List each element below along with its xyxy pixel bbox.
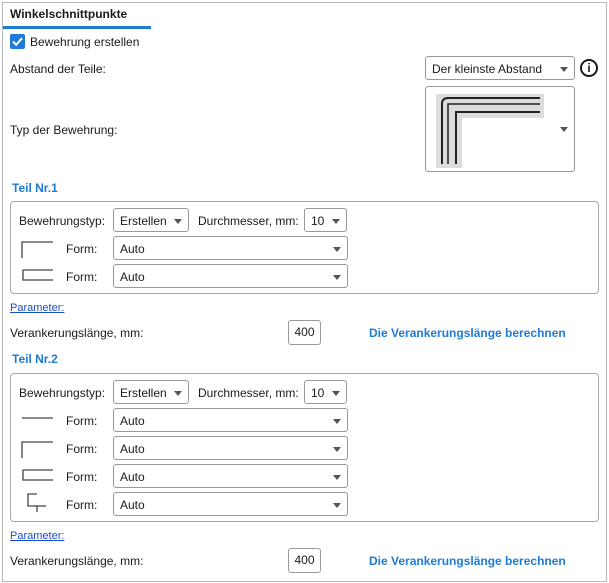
chevron-down-icon — [560, 127, 568, 132]
shape-hook-icon — [27, 493, 46, 512]
part1-calc-anchor-link[interactable]: Die Verankerungslänge berechnen — [369, 326, 566, 340]
part2-form4-dropdown[interactable]: Auto — [113, 492, 348, 516]
part2-type-label: Bewehrungstyp: — [19, 386, 106, 400]
part2-diameter-label: Durchmesser, mm: — [198, 386, 299, 400]
part2-form1-label: Form: — [66, 414, 98, 428]
part2-title: Teil Nr.2 — [12, 352, 58, 366]
part1-form2-value: Auto — [120, 270, 145, 284]
part2-form4-label: Form: — [66, 498, 98, 512]
part1-title: Teil Nr.1 — [12, 181, 58, 195]
chevron-down-icon — [174, 219, 182, 224]
part2-form2-dropdown[interactable]: Auto — [113, 436, 348, 460]
chevron-down-icon — [333, 247, 341, 252]
corner-reinforcement-preview-icon — [436, 94, 544, 168]
chevron-down-icon — [333, 419, 341, 424]
panel-title: Winkelschnittpunkte — [10, 7, 128, 21]
chevron-down-icon — [333, 275, 341, 280]
part2-diameter-value: 10 — [311, 386, 325, 400]
reinforcement-type-dropdown[interactable] — [425, 86, 575, 172]
part1-anchor-label: Verankerungslänge, mm: — [10, 326, 144, 340]
part2-parameter-link[interactable]: Parameter: — [10, 530, 64, 542]
part1-form2-label: Form: — [66, 270, 98, 284]
chevron-down-icon — [174, 391, 182, 396]
shape-angle-icon — [21, 441, 53, 458]
create-reinforcement-label: Bewehrung erstellen — [30, 35, 140, 49]
part1-anchor-input[interactable]: 400 — [288, 320, 321, 345]
shape-u-icon — [22, 269, 53, 281]
shape-straight-icon — [22, 417, 53, 419]
chevron-down-icon — [332, 219, 340, 224]
chevron-down-icon — [333, 503, 341, 508]
tab-indicator — [3, 26, 151, 29]
part2-form2-value: Auto — [120, 442, 145, 456]
part1-diameter-dropdown[interactable]: 10 — [304, 208, 347, 232]
part2-anchor-label: Verankerungslänge, mm: — [10, 554, 144, 568]
part2-form4-value: Auto — [120, 498, 145, 512]
part2-form1-dropdown[interactable]: Auto — [113, 408, 348, 432]
part2-calc-anchor-link[interactable]: Die Verankerungslänge berechnen — [369, 554, 566, 568]
chevron-down-icon — [333, 475, 341, 480]
part2-anchor-input[interactable]: 400 — [288, 548, 321, 573]
part2-form3-value: Auto — [120, 470, 145, 484]
checkmark-icon — [12, 37, 23, 47]
distance-label: Abstand der Teile: — [10, 62, 106, 76]
create-reinforcement-checkbox[interactable] — [10, 34, 25, 49]
chevron-down-icon — [333, 447, 341, 452]
part2-form2-label: Form: — [66, 442, 98, 456]
part1-form1-value: Auto — [120, 242, 145, 256]
part2-type-value: Erstellen — [120, 386, 167, 400]
part1-type-dropdown[interactable]: Erstellen — [113, 208, 189, 232]
part2-diameter-dropdown[interactable]: 10 — [304, 380, 347, 404]
part1-diameter-value: 10 — [311, 214, 325, 228]
part2-form3-label: Form: — [66, 470, 98, 484]
part1-parameter-link[interactable]: Parameter: — [10, 302, 64, 314]
part2-form3-dropdown[interactable]: Auto — [113, 464, 348, 488]
part2-form1-value: Auto — [120, 414, 145, 428]
part1-form1-dropdown[interactable]: Auto — [113, 236, 348, 260]
shape-u-icon — [22, 469, 53, 481]
part2-type-dropdown[interactable]: Erstellen — [113, 380, 189, 404]
part1-diameter-label: Durchmesser, mm: — [198, 214, 299, 228]
shape-angle-icon — [21, 241, 53, 258]
part1-form1-label: Form: — [66, 242, 98, 256]
distance-dropdown[interactable]: Der kleinste Abstand — [425, 56, 575, 80]
part1-form2-dropdown[interactable]: Auto — [113, 264, 348, 288]
part1-type-label: Bewehrungstyp: — [19, 214, 106, 228]
info-icon[interactable]: i — [580, 59, 598, 77]
chevron-down-icon — [560, 67, 568, 72]
distance-value: Der kleinste Abstand — [432, 62, 543, 76]
part1-type-value: Erstellen — [120, 214, 167, 228]
chevron-down-icon — [332, 391, 340, 396]
reinforcement-type-label: Typ der Bewehrung: — [10, 123, 118, 137]
